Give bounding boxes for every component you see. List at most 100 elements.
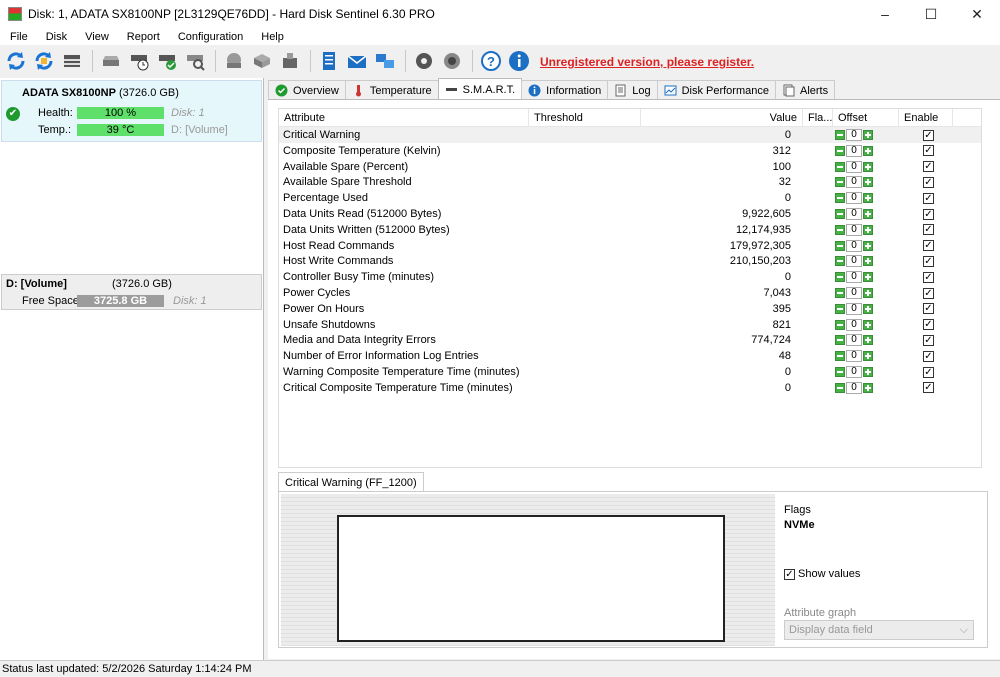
disk-power-icon[interactable] (221, 48, 247, 74)
offset-stepper[interactable]: 0 (835, 191, 881, 205)
refresh-icon[interactable] (3, 48, 29, 74)
help-icon[interactable]: ? (478, 48, 504, 74)
enable-checkbox[interactable]: ✓ (923, 208, 934, 220)
offset-value[interactable]: 0 (846, 192, 862, 205)
tab-disk-performance[interactable]: Disk Performance (656, 80, 776, 100)
disk-tools-icon[interactable] (249, 48, 275, 74)
enable-checkbox[interactable]: ✓ (923, 192, 934, 204)
info-icon[interactable] (506, 48, 532, 74)
minus-icon[interactable] (835, 319, 845, 330)
plus-icon[interactable] (863, 288, 873, 298)
disk-info-icon[interactable] (59, 48, 85, 74)
enable-checkbox[interactable]: ✓ (923, 240, 934, 252)
offset-value[interactable]: 0 (846, 208, 862, 220)
register-link[interactable]: Unregistered version, please register. (540, 55, 754, 69)
offset-stepper[interactable]: 0 (835, 270, 881, 284)
plus-icon[interactable] (863, 382, 873, 393)
tab-alerts[interactable]: Alerts (774, 80, 836, 100)
plus-icon[interactable] (863, 240, 873, 251)
minus-icon[interactable] (835, 367, 845, 377)
menu-file[interactable]: File (4, 31, 34, 43)
tab-information[interactable]: Information (521, 80, 609, 100)
minus-icon[interactable] (835, 351, 845, 362)
offset-stepper[interactable]: 0 (835, 207, 881, 221)
offset-stepper[interactable]: 0 (835, 365, 881, 379)
volume-entry[interactable]: D: [Volume] (3726.0 GB) Free Space 3725.… (1, 274, 262, 310)
table-row[interactable]: Percentage Used 0 0 ✓ (279, 190, 981, 206)
tab-smart[interactable]: S.M.A.R.T. (437, 78, 523, 100)
table-row[interactable]: Power Cycles 7,043 0 ✓ (279, 285, 981, 301)
offset-value[interactable]: 0 (846, 366, 862, 378)
table-row[interactable]: Available Spare (Percent) 100 0 ✓ (279, 159, 981, 175)
offset-stepper[interactable]: 0 (835, 333, 881, 347)
table-row[interactable]: Host Read Commands 179,972,305 0 ✓ (279, 238, 981, 254)
plus-icon[interactable] (863, 367, 873, 377)
plus-icon[interactable] (863, 303, 873, 314)
offset-value[interactable]: 0 (846, 255, 862, 268)
disk-ok-icon[interactable] (154, 48, 180, 74)
table-row[interactable]: Data Units Written (512000 Bytes) 12,174,… (279, 222, 981, 238)
header-enable[interactable]: Enable (899, 109, 953, 127)
menu-configuration[interactable]: Configuration (172, 31, 249, 43)
offset-value[interactable]: 0 (846, 302, 862, 315)
table-row[interactable]: Host Write Commands 210,150,203 0 ✓ (279, 253, 981, 269)
tab-temperature[interactable]: Temperature (344, 80, 439, 100)
offset-stepper[interactable]: 0 (835, 302, 881, 316)
header-value[interactable]: Value (641, 109, 803, 127)
mail-icon[interactable] (344, 48, 370, 74)
tab-overview[interactable]: Overview (268, 80, 346, 100)
enable-checkbox[interactable]: ✓ (923, 303, 934, 315)
offset-stepper[interactable]: 0 (835, 239, 881, 253)
header-threshold[interactable]: Threshold (529, 109, 641, 127)
enable-checkbox[interactable]: ✓ (923, 255, 934, 267)
table-row[interactable]: Available Spare Threshold 32 0 ✓ (279, 174, 981, 190)
offset-value[interactable]: 0 (846, 318, 862, 331)
plus-icon[interactable] (863, 209, 873, 219)
plus-icon[interactable] (863, 177, 873, 188)
minus-icon[interactable] (835, 256, 845, 267)
table-row[interactable]: Unsafe Shutdowns 821 0 ✓ (279, 317, 981, 333)
enable-checkbox[interactable]: ✓ (923, 145, 934, 157)
table-row[interactable]: Warning Composite Temperature Time (minu… (279, 364, 981, 380)
minus-icon[interactable] (835, 177, 845, 188)
menu-view[interactable]: View (79, 31, 115, 43)
header-flags[interactable]: Fla... (803, 109, 833, 127)
plus-icon[interactable] (863, 130, 873, 140)
offset-stepper[interactable]: 0 (835, 286, 881, 300)
menu-help[interactable]: Help (255, 31, 290, 43)
plus-icon[interactable] (863, 193, 873, 204)
refresh-all-icon[interactable] (31, 48, 57, 74)
enable-checkbox[interactable]: ✓ (923, 287, 934, 299)
network-icon[interactable] (372, 48, 398, 74)
close-button[interactable]: ✕ (954, 0, 1000, 28)
settings-icon[interactable] (411, 48, 437, 74)
minus-icon[interactable] (835, 224, 845, 235)
offset-stepper[interactable]: 0 (835, 160, 881, 174)
offset-stepper[interactable]: 0 (835, 254, 881, 268)
plus-icon[interactable] (863, 161, 873, 172)
minus-icon[interactable] (835, 240, 845, 251)
enable-checkbox[interactable]: ✓ (923, 366, 934, 378)
offset-value[interactable]: 0 (846, 144, 862, 157)
offset-value[interactable]: 0 (846, 239, 862, 252)
show-values-checkbox[interactable]: ✓ Show values (784, 568, 860, 580)
plus-icon[interactable] (863, 272, 873, 283)
table-row[interactable]: Controller Busy Time (minutes) 0 0 ✓ (279, 269, 981, 285)
minus-icon[interactable] (835, 209, 845, 219)
offset-stepper[interactable]: 0 (835, 318, 881, 332)
minus-icon[interactable] (835, 288, 845, 298)
plus-icon[interactable] (863, 351, 873, 362)
minus-icon[interactable] (835, 130, 845, 140)
enable-checkbox[interactable]: ✓ (923, 319, 934, 331)
menu-report[interactable]: Report (121, 31, 166, 43)
table-row[interactable]: Power On Hours 395 0 ✓ (279, 301, 981, 317)
header-attribute[interactable]: Attribute (279, 109, 529, 127)
enable-checkbox[interactable]: ✓ (923, 382, 934, 394)
table-row[interactable]: Critical Warning 0 0 ✓ (279, 127, 981, 143)
minus-icon[interactable] (835, 161, 845, 172)
offset-stepper[interactable]: 0 (835, 349, 881, 363)
enable-checkbox[interactable]: ✓ (923, 129, 934, 141)
minimize-button[interactable]: – (862, 0, 908, 28)
menu-disk[interactable]: Disk (40, 31, 73, 43)
table-row[interactable]: Critical Composite Temperature Time (min… (279, 380, 981, 396)
